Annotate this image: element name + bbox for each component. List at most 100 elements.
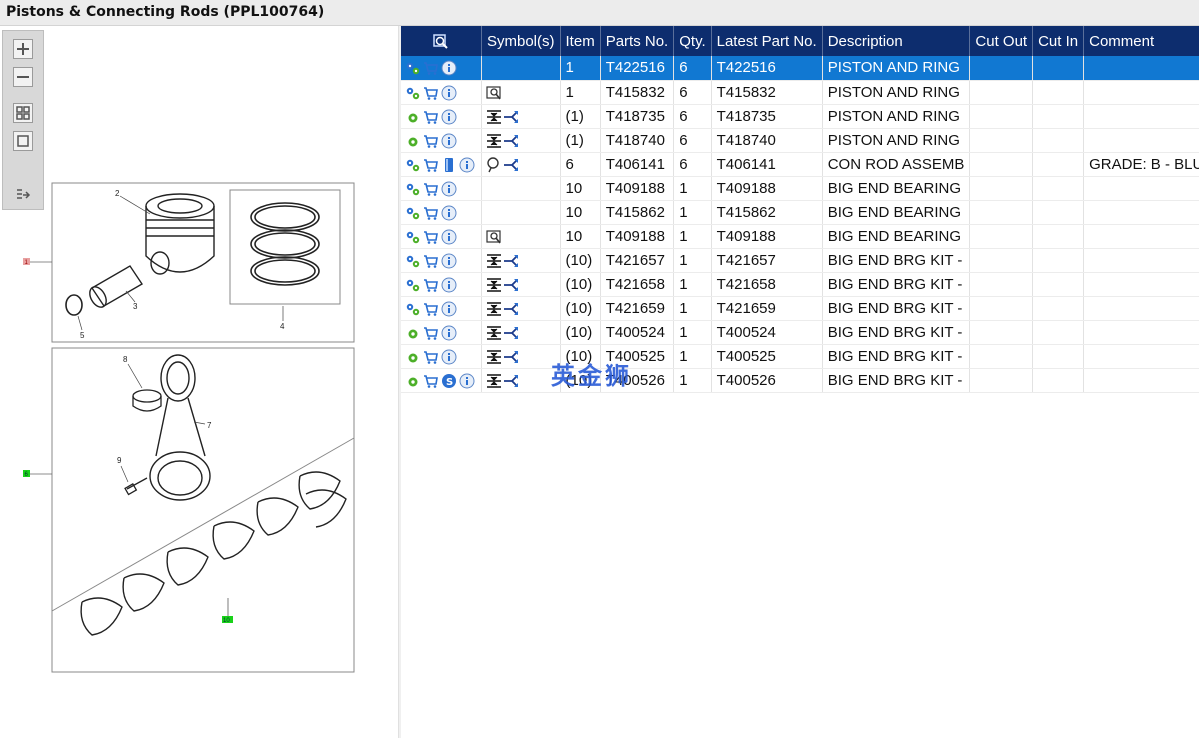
diagram-pane[interactable]: 2 3 4 5 8 7 9 1 6 10	[0, 26, 398, 738]
split-icon[interactable]	[486, 301, 502, 317]
row-action-icons[interactable]	[401, 80, 482, 105]
table-row[interactable]: (10) T400524 1 T400524 BIG END BRG KIT -	[401, 320, 1199, 345]
pin-icon[interactable]	[486, 156, 502, 173]
cart-icon[interactable]	[423, 253, 439, 269]
cart-icon[interactable]	[423, 60, 439, 76]
col-header-parts-no[interactable]: Parts No.	[600, 26, 675, 56]
info-icon[interactable]	[441, 325, 457, 341]
gears-icon[interactable]	[405, 181, 421, 197]
gear-icon[interactable]	[405, 349, 421, 365]
split-icon[interactable]	[486, 109, 502, 125]
split-icon[interactable]	[486, 277, 502, 293]
table-row[interactable]: (10) T421657 1 T421657 BIG END BRG KIT -	[401, 248, 1199, 273]
col-header-cut-out[interactable]: Cut Out	[969, 26, 1034, 56]
split-icon[interactable]	[486, 133, 502, 149]
row-action-icons[interactable]	[401, 128, 482, 153]
split-icon[interactable]	[486, 349, 502, 365]
info-icon[interactable]	[441, 277, 457, 293]
split-icon[interactable]	[486, 325, 502, 341]
arrow-icon[interactable]	[503, 349, 519, 365]
row-action-icons[interactable]	[401, 104, 482, 129]
col-header-cut-in[interactable]: Cut In	[1032, 26, 1085, 56]
row-action-icons[interactable]	[401, 200, 482, 225]
cart-icon[interactable]	[423, 349, 439, 365]
cart-icon[interactable]	[423, 109, 439, 125]
col-header-icons[interactable]	[401, 26, 482, 56]
magnify-icon[interactable]	[486, 85, 502, 101]
arrow-icon[interactable]	[503, 277, 519, 293]
col-header-qty[interactable]: Qty.	[673, 26, 712, 56]
exploded-diagram[interactable]: 2 3 4 5 8 7 9 1 6 10	[0, 26, 398, 738]
row-action-icons[interactable]	[401, 224, 482, 249]
info-icon[interactable]	[441, 109, 457, 125]
split-icon[interactable]	[486, 373, 502, 389]
book-icon[interactable]	[441, 157, 457, 173]
row-action-icons[interactable]	[401, 56, 482, 81]
arrow-icon[interactable]	[503, 253, 519, 269]
row-action-icons[interactable]	[401, 344, 482, 369]
table-row[interactable]: (10) T421659 1 T421659 BIG END BRG KIT -	[401, 296, 1199, 321]
col-header-item[interactable]: Item	[560, 26, 601, 56]
gears-icon[interactable]	[405, 157, 421, 173]
row-action-icons[interactable]	[401, 320, 482, 345]
col-header-comment[interactable]: Comment	[1083, 26, 1199, 56]
table-row[interactable]: 1 T415832 6 T415832 PISTON AND RING	[401, 80, 1199, 105]
arrow-icon[interactable]	[503, 157, 519, 173]
info-icon[interactable]	[459, 157, 475, 173]
info-icon[interactable]	[441, 205, 457, 221]
row-action-icons[interactable]	[401, 176, 482, 201]
table-search-icon[interactable]	[433, 33, 449, 50]
info-icon[interactable]	[441, 181, 457, 197]
gears-icon[interactable]	[405, 85, 421, 101]
gear-icon[interactable]	[405, 373, 421, 389]
arrow-icon[interactable]	[503, 373, 519, 389]
row-action-icons[interactable]	[401, 152, 482, 177]
cart-icon[interactable]	[423, 229, 439, 245]
info-icon[interactable]	[441, 253, 457, 269]
gears-icon[interactable]	[405, 277, 421, 293]
table-row[interactable]: (10) T421658 1 T421658 BIG END BRG KIT -	[401, 272, 1199, 297]
gear-icon[interactable]	[405, 133, 421, 149]
split-icon[interactable]	[486, 253, 502, 269]
table-row[interactable]: S (10) T400526 1 T400526 BIG END BRG KIT -	[401, 368, 1199, 393]
info-icon[interactable]	[441, 133, 457, 149]
zoom-in-button[interactable]	[13, 39, 33, 59]
arrow-icon[interactable]	[503, 325, 519, 341]
info-icon[interactable]	[459, 373, 475, 389]
export-button[interactable]	[13, 185, 33, 205]
col-header-latest-part-no[interactable]: Latest Part No.	[711, 26, 823, 56]
table-row[interactable]: 1 T422516 6 T422516 PISTON AND RING	[401, 56, 1199, 81]
row-action-icons[interactable]	[401, 272, 482, 297]
info-icon[interactable]	[441, 301, 457, 317]
cart-icon[interactable]	[423, 181, 439, 197]
arrow-icon[interactable]	[503, 301, 519, 317]
table-row[interactable]: (1) T418735 6 T418735 PISTON AND RING	[401, 104, 1199, 129]
row-action-icons[interactable]: S	[401, 368, 482, 393]
cart-icon[interactable]	[423, 157, 439, 173]
row-action-icons[interactable]	[401, 296, 482, 321]
gears-icon[interactable]	[405, 301, 421, 317]
actual-size-button[interactable]	[13, 131, 33, 151]
table-row[interactable]: 10 T409188 1 T409188 BIG END BEARING	[401, 176, 1199, 201]
cart-icon[interactable]	[423, 373, 439, 389]
table-row[interactable]: (1) T418740 6 T418740 PISTON AND RING	[401, 128, 1199, 153]
info-icon[interactable]	[441, 349, 457, 365]
info-icon[interactable]	[441, 85, 457, 101]
info-icon[interactable]	[441, 60, 457, 76]
gear-icon[interactable]	[405, 109, 421, 125]
gears-icon[interactable]	[405, 229, 421, 245]
fit-page-button[interactable]	[13, 103, 33, 123]
gears-icon[interactable]	[405, 205, 421, 221]
table-row[interactable]: 10 T415862 1 T415862 BIG END BEARING	[401, 200, 1199, 225]
col-header-symbols[interactable]: Symbol(s)	[481, 26, 561, 56]
info-icon[interactable]	[441, 229, 457, 245]
arrow-icon[interactable]	[503, 109, 519, 125]
gears-icon[interactable]	[405, 253, 421, 269]
zoom-out-button[interactable]	[13, 67, 33, 87]
gear-icon[interactable]	[405, 325, 421, 341]
gears-icon[interactable]	[405, 60, 421, 76]
col-header-description[interactable]: Description	[822, 26, 971, 56]
table-row[interactable]: (10) T400525 1 T400525 BIG END BRG KIT -	[401, 344, 1199, 369]
table-row[interactable]: 6 T406141 6 T406141 CON ROD ASSEMB GRADE: B -…	[401, 152, 1199, 177]
arrow-icon[interactable]	[503, 133, 519, 149]
